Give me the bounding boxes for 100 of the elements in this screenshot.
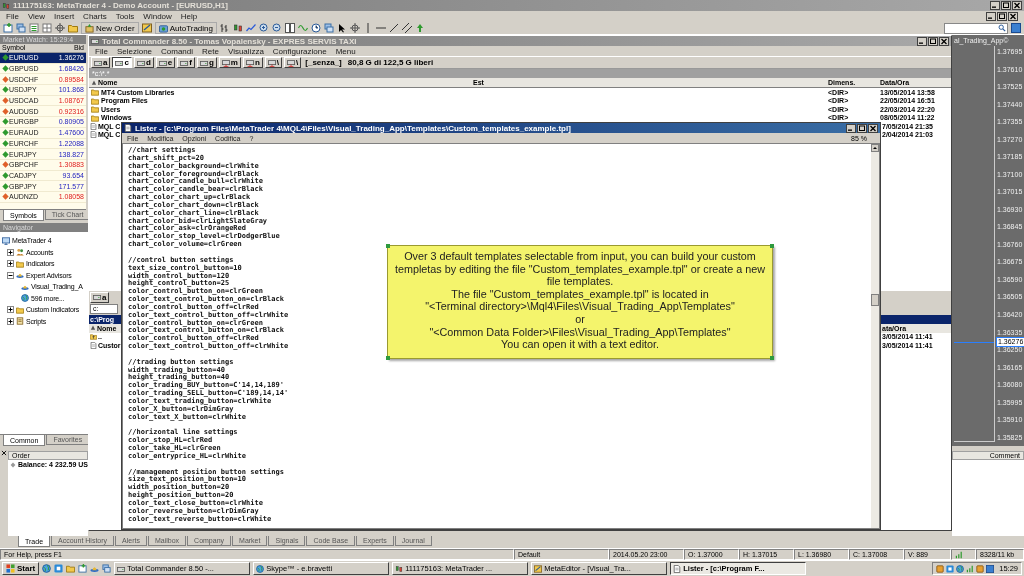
search-icon [998, 24, 1006, 32]
resize-handle[interactable] [386, 244, 390, 248]
close-button[interactable] [868, 123, 878, 133]
drive-button[interactable]: g [196, 57, 217, 68]
window-icon [78, 564, 88, 573]
close-icon [0, 450, 7, 456]
menu-item[interactable]: Menu [335, 46, 356, 56]
expand-toggle[interactable] [7, 271, 14, 279]
drive-icon [115, 58, 124, 67]
signal-icon [966, 564, 975, 573]
volume-label: [_senza_] [304, 58, 343, 67]
expand-toggle[interactable] [7, 306, 14, 314]
minimize-button[interactable] [990, 1, 1000, 10]
minimize-button[interactable] [917, 36, 927, 46]
menu-item[interactable]: Insert [54, 12, 75, 21]
autotrading-button[interactable]: AutoTrading [154, 22, 217, 34]
minimize-button[interactable] [846, 123, 856, 133]
zoom-out-icon [272, 23, 282, 33]
menu-item[interactable]: Charts [83, 12, 107, 21]
network-drive-icon [267, 58, 276, 67]
new-order-button[interactable]: New Order [81, 22, 139, 34]
tooltip-text: Over 3 default templates selectable from input, you can build your custom templetas by editing the file "Custom_templates_example.tpl" or create a new file templates. [394, 250, 766, 288]
resize-handle[interactable] [386, 356, 390, 360]
drive-button[interactable]: c [112, 57, 132, 68]
network-drive-icon [245, 58, 254, 67]
wave-icon [298, 23, 308, 33]
menu-item[interactable]: Window [143, 12, 172, 21]
crosshair-icon [350, 23, 360, 33]
resize-handle[interactable] [770, 244, 774, 248]
maximize-button[interactable] [997, 12, 1007, 21]
expand-toggle[interactable] [7, 260, 14, 268]
search-field[interactable] [944, 22, 1008, 34]
expand-toggle[interactable] [7, 317, 14, 325]
menu-item[interactable]: Comandi [161, 46, 194, 56]
expand-toggle[interactable] [7, 248, 14, 256]
monitor-icon [2, 236, 10, 245]
cursor-icon [337, 23, 347, 33]
menu-item[interactable]: View [27, 12, 46, 21]
drive-button[interactable]: d [133, 57, 154, 68]
scroll-up-icon[interactable] [871, 144, 879, 152]
scroll-thumb[interactable] [871, 294, 879, 306]
network-drive-icon [287, 58, 296, 67]
menu-item[interactable]: File [95, 46, 108, 56]
stack-icon [102, 564, 112, 573]
globe-icon [956, 564, 965, 573]
folder-icon [16, 259, 24, 268]
maximize-button[interactable] [928, 36, 938, 46]
app-icon [946, 564, 955, 573]
folder-icon [66, 564, 76, 573]
free-space-text: 80,8 G di 122,5 G liberi [346, 58, 435, 67]
start-button[interactable]: Start [2, 562, 40, 575]
signal-icon [955, 550, 963, 559]
menu-item[interactable]: Help [180, 12, 198, 21]
close-button[interactable] [1008, 12, 1018, 21]
window-title: Total Commander 8.50 - Tomas Vopalensky - EXPRES SERVIS TAXI [102, 36, 358, 46]
drive-button[interactable]: n [242, 57, 263, 68]
drive-icon [158, 58, 167, 67]
drive-button[interactable]: \ [264, 57, 283, 68]
arrows-icon [415, 23, 425, 33]
drive-button[interactable]: e [155, 57, 176, 68]
sort-arrow-icon [90, 325, 96, 332]
scrollbar[interactable] [871, 144, 879, 528]
close-button[interactable] [1012, 1, 1022, 10]
maximize-button[interactable] [1001, 1, 1011, 10]
menu-item[interactable]: Configurazione [272, 46, 327, 56]
menu-item[interactable]: File [6, 12, 19, 21]
editor-icon [141, 23, 152, 33]
drive-button[interactable]: \ [284, 57, 302, 68]
drive-button[interactable]: a [91, 57, 111, 68]
up-folder-icon [90, 333, 97, 341]
drive-button[interactable]: a [90, 291, 110, 303]
drive-button[interactable]: m [218, 57, 241, 68]
file-icon [124, 124, 132, 132]
tray-icon [976, 564, 985, 573]
resize-handle[interactable] [770, 356, 774, 360]
drive-icon [94, 58, 102, 67]
tooltip-text: or [575, 312, 585, 326]
menu-item[interactable]: Visualizza [227, 46, 264, 56]
panel-icon [986, 564, 995, 573]
menu-item[interactable]: Selezione [116, 46, 153, 56]
candlestick-icon [395, 564, 404, 573]
flag-icon [6, 564, 15, 573]
menu-item[interactable]: Rete [202, 46, 219, 56]
drive-icon [136, 58, 145, 67]
crosshair-icon [55, 23, 65, 33]
tooltip-text: The file "Custom_templates_example.tpl" is located in [451, 287, 709, 301]
trendline-icon [389, 23, 399, 33]
tray-icon [936, 564, 945, 573]
maximize-button[interactable] [857, 123, 867, 133]
close-button[interactable] [939, 36, 949, 46]
minimize-button[interactable] [986, 12, 996, 21]
panel-icon [1011, 23, 1021, 33]
scroll-icon [16, 317, 24, 326]
zoom-in-icon [259, 23, 269, 33]
window-title: 111175163: MetaTrader 4 - Demo Account - [EURUSD,H1] [13, 1, 229, 10]
tooltip-text: You can open it with a text editor. [500, 338, 660, 351]
drive-button[interactable]: f [177, 57, 195, 68]
folder-icon [68, 23, 78, 33]
menu-item[interactable]: Tools [115, 12, 135, 21]
stack-icon [16, 23, 26, 33]
